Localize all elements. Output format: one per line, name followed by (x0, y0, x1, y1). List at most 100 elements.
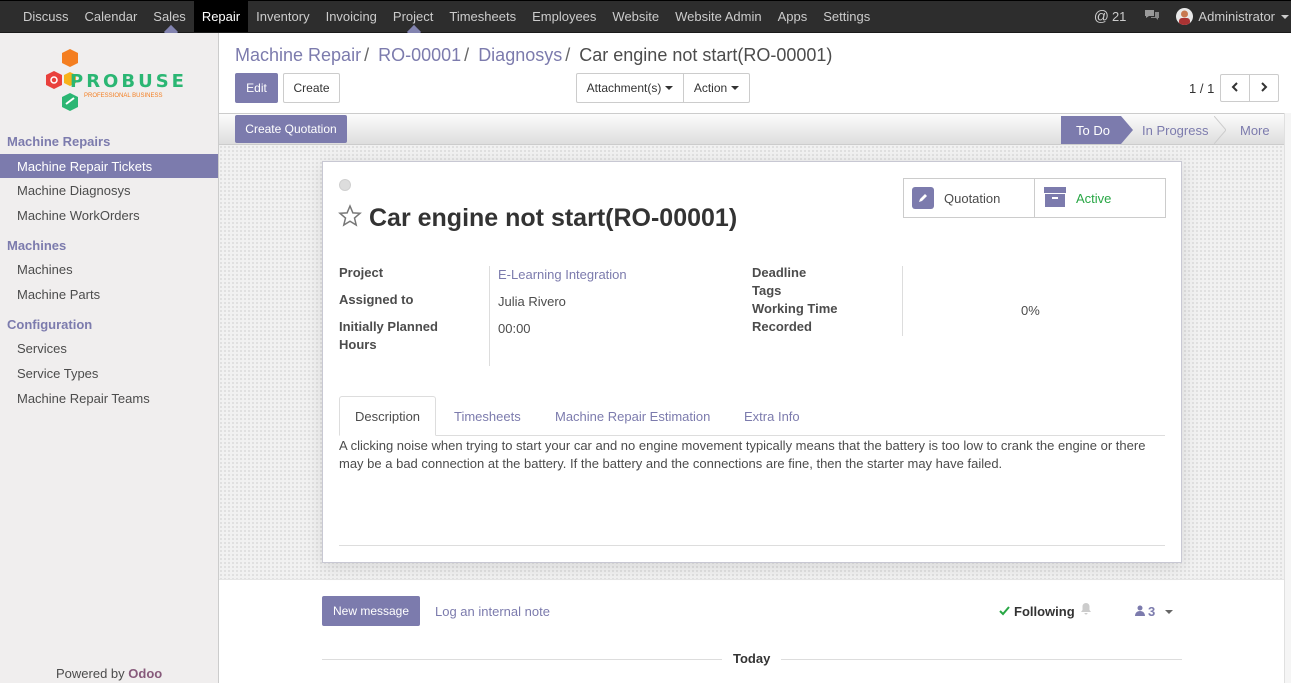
stage-arrow (1121, 116, 1133, 144)
probuse-logo[interactable]: PROBUSE PROFESSIONAL BUSINESS (40, 45, 184, 121)
description-line-2: may be a bad connection at the battery. … (339, 456, 1003, 471)
kanban-state-dot[interactable] (339, 179, 351, 191)
sidebar-item-machine-repair-tickets[interactable]: Machine Repair Tickets (0, 154, 218, 178)
active-toggle-button[interactable]: Active (1036, 179, 1166, 217)
bell-icon[interactable] (1081, 603, 1091, 618)
user-icon (1135, 604, 1145, 619)
sheet-divider (339, 545, 1165, 546)
tab-machine-repair-estimation[interactable]: Machine Repair Estimation (555, 396, 710, 436)
create-button[interactable]: Create (283, 73, 340, 103)
planned-hours-label-line2: Hours (339, 337, 377, 352)
odoo-link[interactable]: Odoo (128, 666, 162, 681)
menu-apps[interactable]: Apps (770, 1, 816, 32)
sidebar-item-machine-diagnosys[interactable]: Machine Diagnosys (0, 178, 218, 202)
pager-value[interactable]: 1 / 1 (1189, 81, 1214, 96)
check-icon (999, 604, 1010, 619)
sidebar-item-services[interactable]: Services (0, 336, 218, 360)
following-label: Following (1014, 604, 1075, 619)
menu-website[interactable]: Website (604, 1, 667, 32)
user-name: Administrator (1198, 9, 1275, 24)
stage-todo[interactable]: To Do (1061, 116, 1121, 144)
sidebar-item-machine-workorders[interactable]: Machine WorkOrders (0, 203, 218, 227)
menu-invoicing[interactable]: Invoicing (318, 1, 385, 32)
working-time-label: Working Time Recorded (752, 300, 837, 336)
app-menu: Discuss Calendar Sales Repair Inventory … (0, 1, 878, 32)
menu-settings[interactable]: Settings (815, 1, 878, 32)
sidebar: PROBUSE PROFESSIONAL BUSINESS Machine Re… (0, 33, 219, 683)
at-icon: @ (1093, 8, 1109, 25)
create-quotation-button[interactable]: Create Quotation (235, 115, 347, 143)
attachments-dropdown[interactable]: Attachment(s) (576, 73, 684, 103)
followers-dropdown[interactable]: 3 (1135, 604, 1174, 619)
scrollbar[interactable] (1284, 113, 1291, 683)
new-message-button[interactable]: New message (322, 596, 420, 626)
followers-count: 3 (1148, 604, 1156, 619)
stage-in-progress[interactable]: In Progress (1142, 116, 1208, 144)
planned-hours-label-line1: Initially Planned (339, 319, 438, 334)
description-text[interactable]: A clicking noise when trying to start yo… (339, 437, 1165, 473)
quotation-smart-button[interactable]: Quotation (904, 179, 1035, 217)
menu-employees[interactable]: Employees (524, 1, 604, 32)
date-separator-label: Today (722, 651, 782, 666)
stage-more-dropdown[interactable]: More (1240, 116, 1270, 144)
notebook-tabs: Description Timesheets Machine Repair Es… (339, 396, 1165, 436)
chevron-left-icon (1231, 81, 1239, 95)
pager-next-button[interactable] (1249, 74, 1279, 102)
project-link[interactable]: E-Learning Integration (498, 267, 627, 282)
status-bar: Create Quotation To Do In Progress More (219, 113, 1287, 145)
form-sheet: Quotation Active Car engine not start(RO… (322, 161, 1182, 563)
breadcrumb-current: Car engine not start(RO-00001) (579, 45, 833, 65)
favorite-star-icon[interactable] (338, 204, 362, 231)
deadline-label: Deadline (752, 265, 807, 280)
tab-timesheets[interactable]: Timesheets (454, 396, 521, 436)
edit-button[interactable]: Edit (235, 73, 278, 103)
sidebar-item-machines[interactable]: Machines (0, 257, 218, 281)
project-label: Project (339, 265, 384, 280)
menu-timesheets[interactable]: Timesheets (441, 1, 524, 32)
section-machines: Machines (7, 238, 67, 253)
record-title: Car engine not start(RO-00001) (369, 204, 738, 232)
action-dropdown[interactable]: Action (683, 73, 750, 103)
following-button[interactable]: Following (999, 604, 1075, 619)
breadcrumb-diagnosys[interactable]: Diagnosys (478, 45, 562, 65)
breadcrumb: Machine Repair / RO-00001/ Diagnosys / Car… (235, 45, 833, 65)
logo-text: PROBUSE (70, 71, 187, 92)
tab-description[interactable]: Description (339, 396, 437, 436)
sidebar-item-service-types[interactable]: Service Types (0, 361, 218, 385)
avatar (1176, 8, 1194, 25)
tags-label: Tags (752, 283, 782, 298)
breadcrumb-machine-repair[interactable]: Machine Repair (235, 45, 361, 65)
menu-discuss[interactable]: Discuss (15, 1, 77, 32)
notification-count: 21 (1111, 9, 1127, 24)
assigned-to-label: Assigned to (339, 292, 414, 307)
user-menu[interactable]: Administrator (1176, 8, 1291, 25)
planned-hours-label: Initially Planned Hours (339, 318, 438, 354)
working-time-label-line2: Recorded (752, 319, 812, 334)
menu-calendar[interactable]: Calendar (77, 1, 146, 32)
pager-previous-button[interactable] (1220, 74, 1250, 102)
chevron-right-icon (1260, 81, 1268, 95)
action-label: Action (693, 81, 728, 95)
smart-buttons: Quotation Active (903, 178, 1166, 218)
notifications-button[interactable]: @ 21 (1094, 8, 1127, 25)
assigned-to-value[interactable]: Julia Rivero (498, 294, 566, 309)
description-line-1: A clicking noise when trying to start yo… (339, 438, 1146, 453)
log-note-button[interactable]: Log an internal note (435, 604, 550, 619)
menu-inventory[interactable]: Inventory (248, 1, 317, 32)
tab-extra-info[interactable]: Extra Info (744, 396, 800, 436)
control-panel: Machine Repair / RO-00001/ Diagnosys / Car… (219, 33, 1291, 113)
pencil-icon (912, 187, 934, 209)
powered-by-text: Powered by (56, 666, 125, 681)
top-menu-bar: Discuss Calendar Sales Repair Inventory … (0, 0, 1291, 33)
archive-icon (1044, 186, 1066, 210)
sidebar-item-machine-parts[interactable]: Machine Parts (0, 282, 218, 306)
planned-hours-value[interactable]: 00:00 (498, 321, 531, 336)
powered-by[interactable]: Powered by Odoo (56, 666, 162, 681)
menu-website-admin[interactable]: Website Admin (667, 1, 769, 32)
chat-icon[interactable] (1144, 8, 1160, 25)
section-machine-repairs: Machine Repairs (7, 134, 111, 149)
breadcrumb-ro-00001[interactable]: RO-00001 (378, 45, 461, 65)
menu-repair[interactable]: Repair (193, 1, 249, 32)
stage-in-progress-label: In Progress (1142, 122, 1209, 138)
sidebar-item-machine-repair-teams[interactable]: Machine Repair Teams (0, 386, 218, 410)
